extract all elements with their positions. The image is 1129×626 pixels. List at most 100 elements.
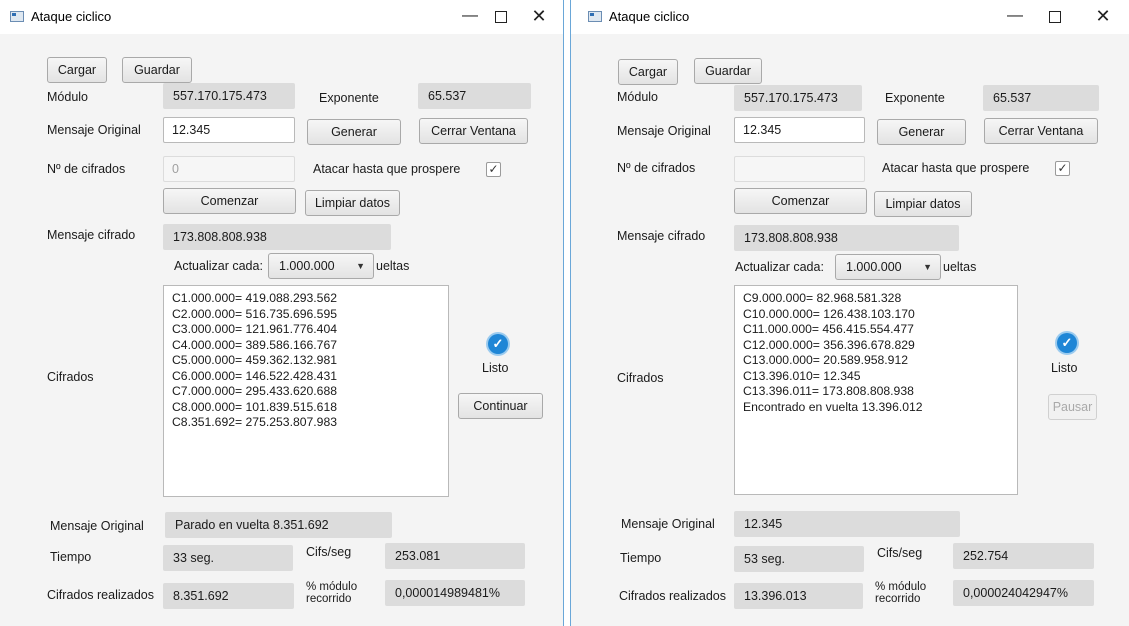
cifrados-realizados-value: 13.396.013 [734, 583, 863, 609]
cifrados-line: C13.396.010= 12.345 [743, 368, 861, 383]
num-cifrados-input[interactable]: 0 [163, 156, 295, 182]
vueltas-label: ueltas [943, 260, 977, 274]
actualizar-cada-select[interactable]: 1.000.000 ▼ [268, 253, 374, 279]
pct-modulo-label-line1: % módulo [306, 581, 358, 593]
load-button[interactable]: Cargar [618, 59, 678, 85]
tiempo-value: 53 seg. [734, 546, 864, 572]
cifs-seg-label: Cifs/seg [877, 546, 923, 560]
tiempo-value: 33 seg. [163, 545, 293, 571]
cifrados-realizados-label: Cifrados realizados [619, 589, 726, 603]
cifrados-realizados-value: 8.351.692 [163, 583, 294, 609]
comenzar-button[interactable]: Comenzar [163, 188, 296, 214]
window-title: Ataque ciclico [31, 9, 112, 24]
atacar-hasta-label: Atacar hasta que prospere [882, 161, 1030, 175]
mensaje-cifrado-label: Mensaje cifrado [617, 229, 706, 243]
cerrar-ventana-button[interactable]: Cerrar Ventana [419, 118, 528, 144]
app-icon [10, 11, 24, 22]
limpiar-datos-button[interactable]: Limpiar datos [305, 190, 400, 216]
modulo-value: 557.170.175.473 [163, 83, 295, 109]
actualizar-cada-select[interactable]: 1.000.000 ▼ [835, 254, 941, 280]
num-cifrados-label: Nº de cifrados [47, 162, 126, 176]
cerrar-ventana-button[interactable]: Cerrar Ventana [984, 118, 1098, 144]
atacar-checkbox[interactable]: ✓ [1055, 161, 1070, 176]
modulo-value: 557.170.175.473 [734, 85, 862, 111]
title-bar[interactable]: Ataque ciclico — ✕ [571, 0, 1129, 34]
cifrados-line: Encontrado en vuelta 13.396.012 [743, 399, 923, 414]
num-cifrados-label: Nº de cifrados [617, 161, 696, 175]
modulo-label: Módulo [47, 90, 88, 104]
actualizar-cada-label: Actualizar cada: [735, 260, 824, 274]
load-button[interactable]: Cargar [47, 57, 107, 83]
mensaje-cifrado-value: 173.808.808.938 [734, 225, 959, 251]
cifs-seg-value: 252.754 [953, 543, 1094, 569]
cifrados-line: C8.000.000= 101.839.515.618 [172, 399, 338, 414]
window-ataque-ciclico-2: Ataque ciclico — ✕ Cargar Guardar Módulo… [570, 0, 1129, 626]
title-bar[interactable]: Ataque ciclico — ✕ [0, 0, 563, 34]
mensaje-original-input[interactable]: 12.345 [734, 117, 865, 143]
comenzar-button[interactable]: Comenzar [734, 188, 867, 214]
pct-modulo-label-line2: recorrido [875, 593, 921, 605]
mensaje-original-label: Mensaje Original [617, 124, 711, 138]
cifrados-line: C4.000.000= 389.586.166.767 [172, 337, 338, 352]
cifrados-label: Cifrados [617, 371, 664, 385]
vueltas-label: ueltas [376, 259, 410, 273]
mensaje-original-label: Mensaje Original [47, 123, 141, 137]
status-label: Listo [1051, 361, 1078, 375]
save-button[interactable]: Guardar [122, 57, 192, 83]
generar-button[interactable]: Generar [307, 119, 401, 145]
pct-modulo-label-line2: recorrido [306, 593, 352, 605]
atacar-checkbox[interactable]: ✓ [486, 162, 501, 177]
cifrados-line: C2.000.000= 516.735.696.595 [172, 306, 338, 321]
save-button[interactable]: Guardar [694, 58, 762, 84]
cifrados-textarea[interactable]: C1.000.000= 419.088.293.562 C2.000.000= … [163, 285, 449, 497]
pct-modulo-label: % módulo recorrido [306, 581, 357, 605]
mensaje-original-input[interactable]: 12.345 [163, 117, 295, 143]
actualizar-cada-value: 1.000.000 [846, 260, 902, 274]
cifrados-textarea[interactable]: C9.000.000= 82.968.581.328 C10.000.000= … [734, 285, 1018, 495]
num-cifrados-input[interactable] [734, 156, 865, 182]
bottom-mensaje-original-label: Mensaje Original [50, 519, 144, 533]
exponente-label: Exponente [319, 91, 379, 105]
generar-button[interactable]: Generar [877, 119, 966, 145]
tiempo-label: Tiempo [50, 550, 92, 564]
cifrados-line: C6.000.000= 146.522.428.431 [172, 368, 338, 383]
bottom-mensaje-value: 12.345 [734, 511, 960, 537]
minimize-icon[interactable]: — [455, 4, 485, 28]
mensaje-cifrado-label: Mensaje cifrado [47, 228, 136, 242]
cifrados-line: C3.000.000= 121.961.776.404 [172, 322, 338, 336]
exponente-value: 65.537 [418, 83, 531, 109]
app-icon [588, 11, 602, 22]
cifrados-line: C1.000.000= 419.088.293.562 [172, 291, 338, 305]
pct-modulo-value: 0,000024042947% [953, 580, 1094, 606]
exponente-label: Exponente [885, 91, 945, 105]
window-ataque-ciclico-1: Ataque ciclico — ✕ Cargar Guardar Módulo… [0, 0, 564, 626]
close-icon[interactable]: ✕ [1088, 4, 1118, 28]
cifrados-line: C12.000.000= 356.396.678.829 [743, 337, 915, 352]
limpiar-datos-button[interactable]: Limpiar datos [874, 191, 972, 217]
chevron-down-icon: ▼ [356, 261, 365, 271]
close-icon[interactable]: ✕ [524, 4, 554, 28]
cifrados-realizados-label: Cifrados realizados [47, 588, 154, 602]
cifrados-line: C11.000.000= 456.415.554.477 [743, 322, 914, 336]
pausar-button[interactable]: Pausar [1048, 394, 1097, 420]
continuar-button[interactable]: Continuar [458, 393, 543, 419]
chevron-down-icon: ▼ [923, 262, 932, 272]
actualizar-cada-label: Actualizar cada: [174, 259, 263, 273]
cifrados-line: C9.000.000= 82.968.581.328 [743, 291, 902, 305]
maximize-icon[interactable] [1040, 4, 1070, 28]
maximize-icon[interactable] [486, 4, 516, 28]
window-content: Cargar Guardar Módulo 557.170.175.473 Ex… [0, 34, 563, 626]
cifrados-line: C5.000.000= 459.362.132.981 [172, 353, 338, 367]
pct-modulo-label: % módulo recorrido [875, 581, 926, 605]
actualizar-cada-value: 1.000.000 [279, 259, 335, 273]
cifrados-line: C7.000.000= 295.433.620.688 [172, 384, 338, 398]
cifrados-label: Cifrados [47, 370, 94, 384]
atacar-hasta-label: Atacar hasta que prospere [313, 162, 461, 176]
cifrados-line: C8.351.692= 275.253.807.983 [172, 415, 338, 429]
mensaje-cifrado-value: 173.808.808.938 [163, 224, 391, 250]
pct-modulo-value: 0,000014989481% [385, 580, 525, 606]
cifrados-line: C13.396.011= 173.808.808.938 [743, 384, 914, 398]
minimize-icon[interactable]: — [1000, 4, 1030, 28]
bottom-mensaje-original-label: Mensaje Original [621, 517, 715, 531]
pct-modulo-label-line1: % módulo [875, 581, 927, 593]
